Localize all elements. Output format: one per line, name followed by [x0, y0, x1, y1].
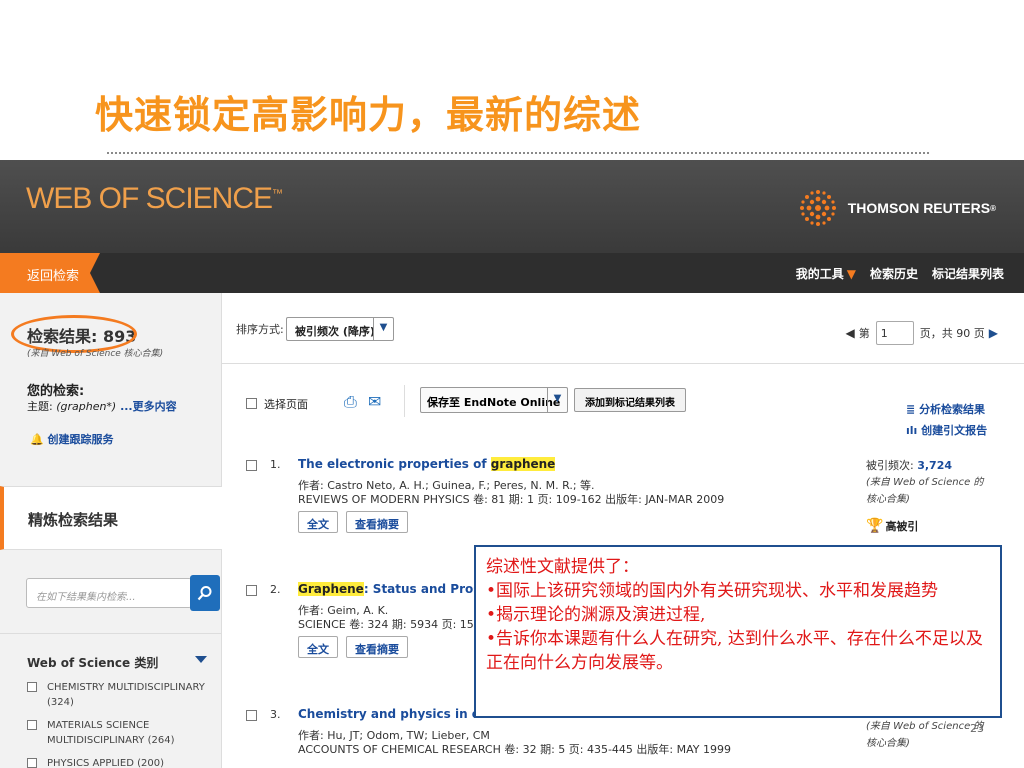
category-filter: Web of Science 类别 CHEMISTRY MULTIDISCIPL…	[0, 633, 222, 768]
result-source: (来自 Web of Science 核心合集)	[27, 349, 164, 359]
callout-line: •告诉你本课题有什么人在研究, 达到什么水平、存在什么不足以及正在向什么方向发展…	[486, 629, 983, 673]
analysis-links: ≣ 分析检索结果 ılı 创建引文报告	[906, 399, 987, 441]
thomson-reuters-logo-icon	[799, 190, 836, 226]
record-checkbox[interactable]	[246, 460, 257, 471]
checkbox[interactable]	[27, 682, 37, 692]
record-checkbox[interactable]	[246, 710, 257, 721]
bell-icon: 🔔	[30, 433, 44, 446]
page-input[interactable]: 1	[875, 321, 914, 345]
callout-line: •国际上该研究领域的国内外有关研究现状、水平和发展趋势	[486, 581, 939, 601]
annotation-callout: 综述性文献提供了： •国际上该研究领域的国内外有关研究现状、水平和发展趋势 •揭…	[474, 545, 1002, 718]
category-title: Web of Science 类别	[27, 656, 159, 670]
sort-label: 排序方式:	[236, 323, 284, 336]
sidebar: 检索结果: 893 (来自 Web of Science 核心合集) 您的检索:…	[0, 293, 222, 768]
record-title[interactable]: The electronic properties of graphene	[298, 457, 556, 471]
pagination: ◀ 第 1 页，共 90 页 ▶	[842, 321, 1002, 345]
thomson-reuters-brand: THOMSON REUTERS ®	[798, 188, 996, 228]
checkbox[interactable]	[27, 720, 37, 730]
category-item[interactable]: MATERIALS SCIENCE MULTIDISCIPLINARY (264…	[27, 718, 207, 748]
category-item[interactable]: PHYSICS APPLIED (200)	[27, 756, 207, 768]
title-divider	[107, 152, 929, 154]
checkbox[interactable]	[27, 758, 37, 768]
record-number: 2.	[270, 583, 281, 596]
results-toolbar: 选择页面 ⎙ ✉ 保存至 EndNote Online ▼ 添加到标记结果列表	[246, 385, 1006, 423]
slide: 快速锁定高影响力，最新的综述 WEB OF SCIENCE™ THOMSON R…	[0, 0, 1024, 768]
wos-logo[interactable]: WEB OF SCIENCE™	[26, 182, 283, 216]
refine-search-input[interactable]: 在如下结果集内检索...	[26, 578, 192, 608]
citation-source: (来自 Web of Science 的核心合集)	[866, 721, 984, 749]
toolbar-separator	[404, 385, 405, 417]
search-icon	[197, 586, 212, 601]
sort-select[interactable]: 被引频次 (降序) ▼	[286, 317, 394, 341]
refine-search-button[interactable]	[190, 575, 220, 611]
divider	[222, 363, 1024, 364]
trophy-icon: 🏆	[866, 518, 884, 534]
record-number: 1.	[270, 458, 281, 471]
nav-links: 我的工具 ▼ 检索历史 标记结果列表	[768, 265, 1004, 282]
chevron-down-icon: ▼	[547, 388, 567, 412]
full-text-button[interactable]: 全文	[298, 511, 338, 533]
back-to-search-button[interactable]: 返回检索	[0, 253, 100, 293]
slide-title: 快速锁定高影响力，最新的综述	[95, 93, 642, 137]
select-page-checkbox[interactable]	[246, 398, 257, 409]
chevron-down-icon[interactable]	[195, 656, 207, 663]
nav-bar: 返回检索 我的工具 ▼ 检索历史 标记结果列表	[0, 253, 1024, 293]
record-source: REVIEWS OF MODERN PHYSICS 卷: 81 期: 1 页: …	[298, 493, 725, 506]
callout-line: •揭示理论的渊源及演进过程,	[486, 605, 706, 625]
analyze-results-link[interactable]: ≣ 分析检索结果	[906, 399, 987, 420]
record-number: 3.	[270, 708, 281, 721]
category-item[interactable]: CHEMISTRY MULTIDISCIPLINARY (324)	[27, 680, 207, 710]
next-page-icon[interactable]: ▶	[989, 326, 998, 340]
select-page-label: 选择页面	[264, 398, 308, 411]
create-alert-link[interactable]: 🔔 创建跟踪服务	[30, 431, 114, 447]
citation-report-link[interactable]: ılı 创建引文报告	[906, 420, 987, 441]
list-icon: ≣	[906, 403, 916, 416]
highly-cited-badge: 🏆 高被引	[866, 518, 919, 534]
my-tools-menu[interactable]: 我的工具 ▼	[782, 265, 856, 282]
chevron-down-icon: ▼	[846, 267, 856, 281]
search-history-link[interactable]: 检索历史	[870, 265, 918, 282]
slide-page-number: 23	[970, 722, 984, 735]
record-actions: 全文 查看摘要	[298, 636, 416, 658]
view-abstract-button[interactable]: 查看摘要	[346, 636, 408, 658]
save-to-select[interactable]: 保存至 EndNote Online ▼	[420, 387, 568, 413]
record-source: ACCOUNTS OF CHEMICAL RESEARCH 卷: 32 期: 5…	[298, 743, 732, 756]
prev-page-icon[interactable]: ◀	[846, 326, 855, 340]
search-query: 主题: (graphen*) ...更多内容	[27, 400, 177, 413]
bar-chart-icon: ılı	[906, 424, 918, 437]
chevron-down-icon: ▼	[373, 318, 393, 340]
full-text-button[interactable]: 全文	[298, 636, 338, 658]
callout-line: 综述性文献提供了：	[486, 557, 639, 577]
your-search-label: 您的检索:	[27, 384, 85, 399]
marked-list-link[interactable]: 标记结果列表	[932, 265, 1004, 282]
add-to-marked-list-button[interactable]: 添加到标记结果列表	[574, 388, 686, 412]
print-icon[interactable]: ⎙	[344, 392, 357, 412]
more-content-link[interactable]: ...更多内容	[116, 400, 177, 413]
view-abstract-button[interactable]: 查看摘要	[346, 511, 408, 533]
citation-count: 被引频次: 3,724 (来自 Web of Science 的核心合集)	[866, 459, 984, 505]
email-icon[interactable]: ✉	[368, 392, 381, 411]
citation-link[interactable]: 3,724	[917, 459, 952, 472]
record-actions: 全文 查看摘要	[298, 511, 416, 533]
refine-results-header: 精炼检索结果	[0, 486, 222, 550]
app-header: WEB OF SCIENCE™ THOMSON REUTERS ®	[0, 160, 1024, 253]
record-checkbox[interactable]	[246, 585, 257, 596]
